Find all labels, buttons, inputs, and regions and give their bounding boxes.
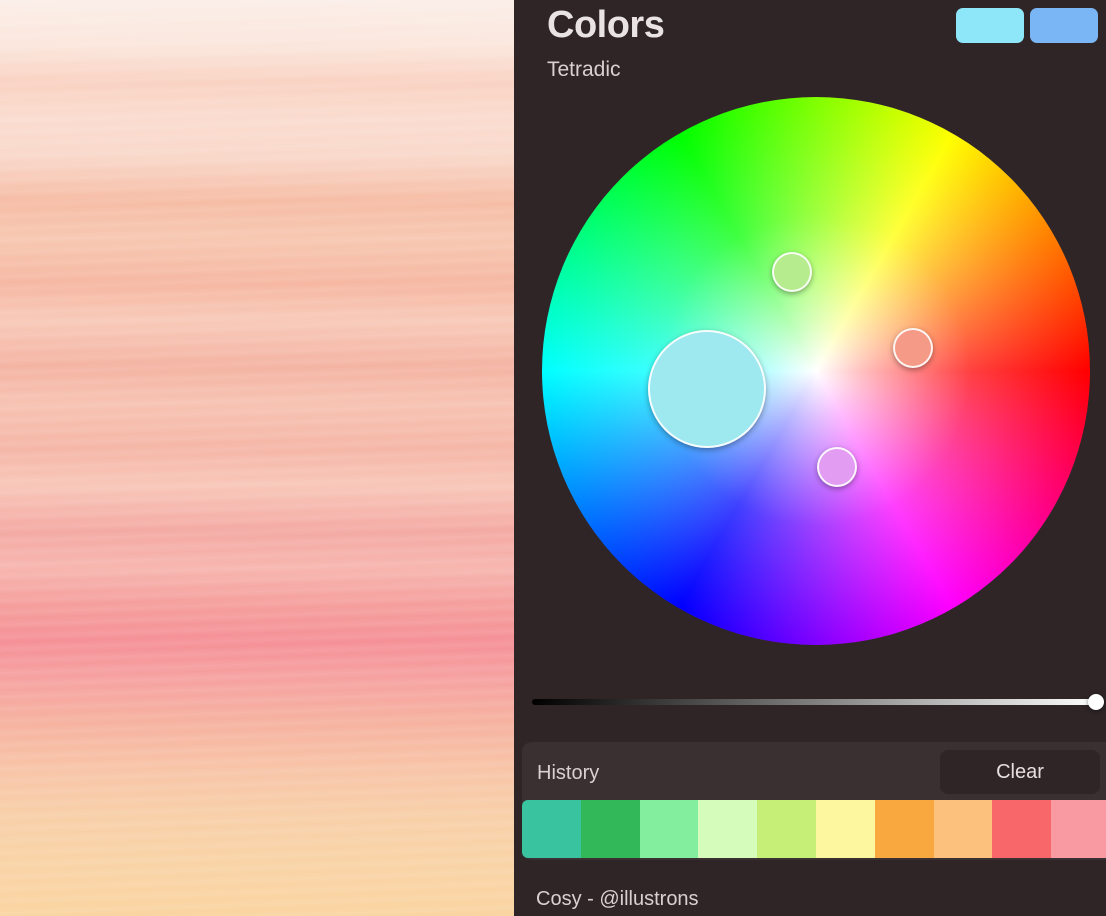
history-swatch[interactable] xyxy=(757,800,816,858)
history-swatch[interactable] xyxy=(933,800,993,858)
history-swatch[interactable] xyxy=(522,800,581,858)
primary-color-knob[interactable] xyxy=(648,330,766,448)
history-swatch[interactable] xyxy=(639,800,699,858)
history-swatch[interactable] xyxy=(815,800,875,858)
history-swatches xyxy=(522,800,1106,858)
clear-history-button[interactable]: Clear xyxy=(940,750,1100,794)
history-swatch[interactable] xyxy=(874,800,934,858)
color-harmony-wheel[interactable] xyxy=(542,97,1090,645)
harmony-mode-label[interactable]: Tetradic xyxy=(547,58,621,82)
harmony-knob-green[interactable] xyxy=(772,252,812,292)
harmony-knob-violet[interactable] xyxy=(817,447,857,487)
panel-title: Colors xyxy=(547,4,665,46)
colors-panel: Colors Tetradic History Clear Cosy - @il… xyxy=(514,0,1106,916)
brightness-slider-track[interactable] xyxy=(532,699,1099,705)
history-label: History xyxy=(537,762,600,784)
painting-canvas[interactable] xyxy=(0,0,514,916)
brightness-slider-thumb[interactable] xyxy=(1088,694,1104,710)
history-swatch[interactable] xyxy=(1051,800,1106,858)
history-swatch[interactable] xyxy=(580,800,640,858)
palette-name: Cosy - @illustrons xyxy=(536,888,699,910)
history-swatch[interactable] xyxy=(992,800,1052,858)
history-section: History Clear xyxy=(522,742,1106,860)
history-swatch[interactable] xyxy=(698,800,758,858)
current-color-swatch[interactable] xyxy=(956,8,1024,43)
procreate-screen: Colors Tetradic History Clear Cosy - @il… xyxy=(0,0,1106,916)
previous-color-swatch[interactable] xyxy=(1030,8,1098,43)
harmony-knob-red[interactable] xyxy=(893,328,933,368)
